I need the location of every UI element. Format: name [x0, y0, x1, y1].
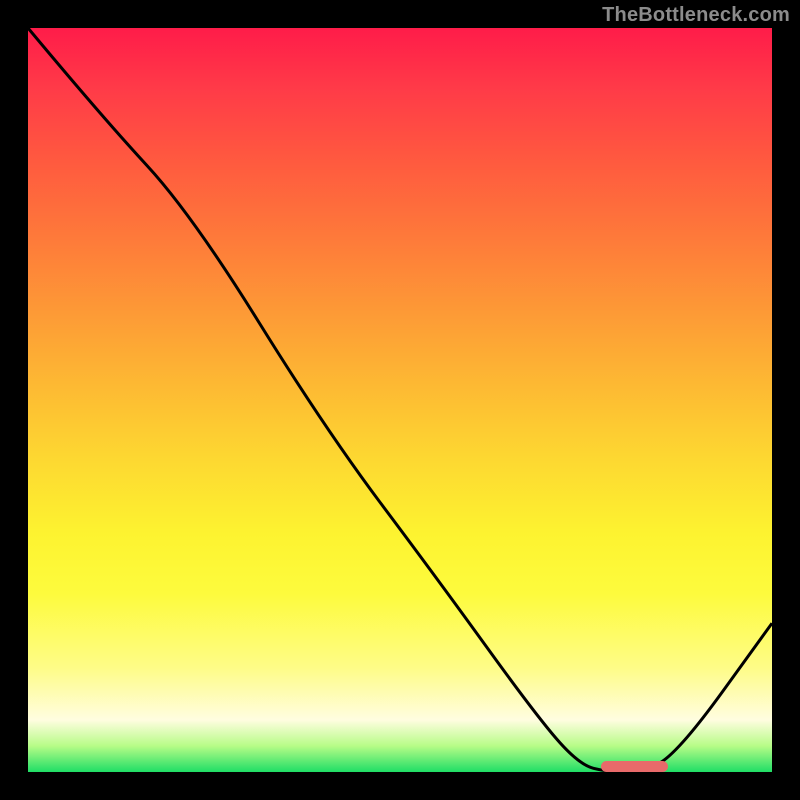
chart-svg — [28, 28, 772, 772]
bottleneck-curve — [28, 28, 772, 772]
chart-container: TheBottleneck.com — [0, 0, 800, 800]
optimal-range-marker — [601, 761, 668, 772]
watermark-text: TheBottleneck.com — [602, 4, 790, 27]
